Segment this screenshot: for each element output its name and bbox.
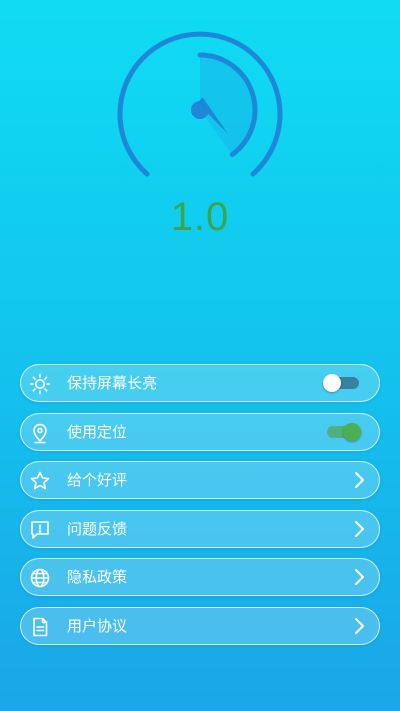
feedback-row[interactable]: 问题反馈 [20, 509, 380, 548]
location-pin-icon [29, 422, 51, 444]
keep-screen-on-toggle[interactable] [323, 374, 361, 392]
document-icon [29, 616, 51, 638]
keep-screen-on-label: 保持屏幕长亮 [67, 374, 158, 392]
globe-icon [29, 567, 51, 589]
chevron-right-icon [349, 567, 369, 587]
user-agreement-label: 用户协议 [67, 616, 128, 635]
toggle-thumb [323, 374, 341, 392]
rate-us-row[interactable]: 给个好评 [20, 461, 380, 500]
settings-list: 保持屏幕长亮 使用定位 给个好评 问题反馈 隐私政策 用户协议 [20, 364, 380, 656]
privacy-policy-label: 隐私政策 [67, 568, 128, 587]
use-location-label: 使用定位 [67, 422, 128, 441]
sun-icon [29, 373, 51, 395]
user-agreement-row[interactable]: 用户协议 [20, 606, 380, 645]
feedback-icon [29, 519, 51, 541]
feedback-label: 问题反馈 [67, 519, 128, 538]
star-icon [29, 470, 51, 492]
chevron-right-icon [349, 519, 369, 539]
use-location-toggle[interactable] [323, 422, 361, 441]
speed-reading: 1.0 [170, 195, 230, 239]
rate-us-label: 给个好评 [67, 471, 128, 490]
keep-screen-on-row[interactable]: 保持屏幕长亮 [20, 364, 380, 402]
chevron-right-icon [349, 616, 369, 636]
use-location-row[interactable]: 使用定位 [20, 412, 380, 451]
chevron-right-icon [349, 470, 369, 490]
speed-gauge [117, 31, 283, 177]
toggle-thumb [343, 422, 361, 441]
privacy-policy-row[interactable]: 隐私政策 [20, 558, 380, 597]
